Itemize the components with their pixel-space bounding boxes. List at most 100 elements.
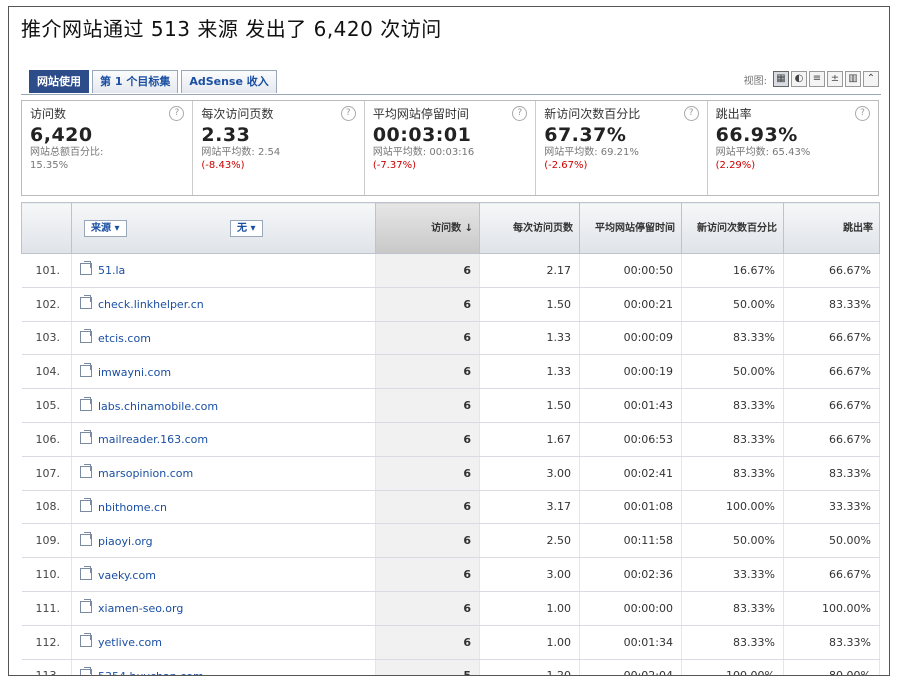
source-name[interactable]: nbithome.cn [98, 501, 167, 514]
bounce-rate-cell: 83.33% [783, 456, 880, 491]
source-link[interactable]: marsopinion.com [71, 456, 376, 491]
help-icon[interactable]: ? [683, 106, 699, 121]
external-link-icon[interactable] [80, 497, 92, 512]
row-index: 108. [21, 490, 72, 525]
pages-per-visit-cell: 1.33 [479, 321, 580, 356]
avg-time-cell: 00:02:36 [579, 557, 682, 592]
pie-view-icon[interactable]: ◐ [791, 71, 807, 87]
metric-site-avg: 网站平均数: 69.21% [544, 147, 639, 158]
table-row[interactable]: 113. 5354.huychan.com 51.2000:02:04100.00%… [21, 659, 880, 675]
new-visits-pct-cell: 50.00% [681, 354, 784, 390]
tab-site-usage[interactable]: 网站使用 [29, 70, 89, 93]
metric-delta: (2.29%) [715, 160, 756, 171]
pivot-view-icon[interactable]: ▥ [845, 71, 861, 87]
bounce-rate-cell: 50.00% [783, 523, 880, 559]
source-name[interactable]: etcis.com [98, 332, 151, 345]
table-row[interactable]: 111. xiamen-seo.org 6 1.00 00:00:00 83.33% 100… [21, 591, 880, 626]
table-row[interactable]: 110. vaeky.com 6 3.00 00:02:36 33.33% 66.67% [21, 557, 880, 592]
external-link-icon[interactable] [80, 565, 92, 580]
metric-value: 00:03:01 [372, 124, 472, 146]
source-link[interactable]: labs.chinamobile.com [71, 388, 376, 423]
external-link-icon[interactable] [80, 261, 92, 276]
trend-view-icon[interactable]: ⌃ [863, 71, 879, 87]
table-row[interactable]: 109. piaoyi.org 6 2.50 00:11:58 50.00% 50.00% [21, 523, 880, 559]
help-icon[interactable]: ? [855, 106, 871, 121]
source-name[interactable]: imwayni.com [98, 366, 171, 379]
source-name[interactable]: 5354.huychan.com [98, 670, 204, 675]
source-name[interactable]: 51.la [98, 264, 125, 277]
external-link-icon[interactable] [80, 295, 92, 310]
pages-per-visit-cell: 1.00 [479, 625, 580, 660]
visits-column-header[interactable]: 访问数 ↓ [375, 202, 480, 254]
avg-time-cell: 00:11:58 [579, 523, 682, 559]
table-view-icon[interactable]: ▦ [773, 71, 789, 87]
source-link[interactable]: 5354.huychan.com [71, 659, 376, 675]
metric-name: 平均网站停留时间 [372, 107, 469, 121]
source-link[interactable]: piaoyi.org [71, 523, 376, 559]
metric-delta: (-8.43%) [201, 160, 245, 171]
source-link[interactable]: xiamen-seo.org [71, 591, 376, 626]
external-link-icon[interactable] [80, 599, 92, 614]
source-name[interactable]: yetlive.com [98, 636, 162, 649]
source-name[interactable]: piaoyi.org [98, 535, 153, 548]
source-link[interactable]: nbithome.cn [71, 490, 376, 525]
table-row[interactable]: 105. labs.chinamobile.com 6 1.50 00:01:43 83.… [21, 388, 880, 423]
bounce-rate-cell: 80.00% [783, 659, 880, 675]
source-link[interactable]: yetlive.com [71, 625, 376, 660]
row-index: 110. [21, 557, 72, 592]
table-row[interactable]: 106. mailreader.163.com 6 1.67 00:06:53 83.33… [21, 422, 880, 457]
table-row[interactable]: 108. nbithome.cn 6 3.17 00:01:08 100.00% 33.33… [21, 490, 880, 525]
table-row[interactable]: 104. imwayni.com 6 1.33 00:00:19 50.00% 66.67% [21, 354, 880, 390]
source-name[interactable]: marsopinion.com [98, 467, 193, 480]
source-link[interactable]: vaeky.com [71, 557, 376, 592]
source-name[interactable]: mailreader.163.com [98, 433, 208, 446]
source-name[interactable]: labs.chinamobile.com [98, 400, 218, 413]
metric-new-visits-pct: 新访问次数百分比 ? 67.37% 网站平均数: 69.21% (-2.67%) [536, 101, 708, 195]
source-link[interactable]: check.linkhelper.cn [71, 287, 376, 322]
source-dimension-dropdown[interactable]: 来源 ▾ [84, 219, 127, 237]
row-index: 113. [21, 659, 72, 675]
avg-time-cell: 00:01:08 [579, 490, 682, 525]
help-icon[interactable]: ? [340, 106, 356, 121]
bounce-rate-cell: 66.67% [783, 321, 880, 356]
external-link-icon[interactable] [80, 396, 92, 411]
table-row[interactable]: 107. marsopinion.com 6 3.00 00:02:41 83.33% 83… [21, 456, 880, 491]
pages-per-visit-cell: 1.67 [479, 422, 580, 457]
bounce-rate-cell: 66.67% [783, 557, 880, 592]
new-visits-column-header[interactable]: 新访问次数百分比 [681, 202, 784, 254]
source-link[interactable]: 51.la [71, 253, 376, 288]
table-row[interactable]: 103. etcis.com 6 1.33 00:00:09 83.33% 66.67% [21, 321, 880, 356]
avg-time-cell: 00:00:00 [579, 591, 682, 626]
external-link-icon[interactable] [80, 633, 92, 648]
table-row[interactable]: 102. check.linkhelper.cn 6 1.50 00:00:21 50.0… [21, 287, 880, 322]
external-link-icon[interactable] [80, 362, 92, 377]
source-link[interactable]: mailreader.163.com [71, 422, 376, 457]
external-link-icon[interactable] [80, 430, 92, 445]
table-row[interactable]: 101. 51.la 6 2.17 00:00:50 16.67% 66.67% [21, 253, 880, 288]
visits-cell: 6 [375, 625, 480, 660]
external-link-icon[interactable] [80, 531, 92, 546]
external-link-icon[interactable] [80, 328, 92, 343]
avg-time-cell: 00:01:43 [579, 388, 682, 423]
table-row[interactable]: 112. yetlive.com 6 1.00 00:01:34 83.33% 83.33% [21, 625, 880, 660]
bounce-rate-column-header[interactable]: 跳出率 [783, 202, 880, 254]
performance-view-icon[interactable]: ≡ [809, 71, 825, 87]
external-link-icon[interactable] [80, 666, 92, 675]
pages-per-visit-cell: 2.17 [479, 253, 580, 288]
metric-site-avg: 网站平均数: 65.43% [715, 147, 811, 158]
source-link[interactable]: imwayni.com [71, 354, 376, 390]
external-link-icon[interactable] [80, 464, 92, 479]
secondary-dimension-dropdown[interactable]: 无 ▾ [230, 219, 263, 237]
metric-pages-per-visit: 每次访问页数 ? 2.33 网站平均数: 2.54 (-8.43%) [193, 101, 365, 195]
referrals-table: 来源 ▾ 无 ▾ 访问数 ↓ 每次访问页数 平均网站停留时间 新访问次数百分比 … [21, 202, 880, 675]
source-name[interactable]: vaeky.com [98, 569, 156, 582]
comparison-view-icon[interactable]: ± [827, 71, 843, 87]
tab-goal-set-1[interactable]: 第 1 个目标集 [92, 70, 179, 93]
new-visits-pct-cell: 83.33% [681, 422, 784, 457]
tab-adsense-revenue[interactable]: AdSense 收入 [181, 70, 277, 93]
source-name[interactable]: xiamen-seo.org [98, 602, 183, 615]
source-name[interactable]: check.linkhelper.cn [98, 298, 204, 311]
source-link[interactable]: etcis.com [71, 321, 376, 356]
pages-per-visit-column-header[interactable]: 每次访问页数 [479, 202, 580, 254]
avg-time-column-header[interactable]: 平均网站停留时间 [579, 202, 682, 254]
